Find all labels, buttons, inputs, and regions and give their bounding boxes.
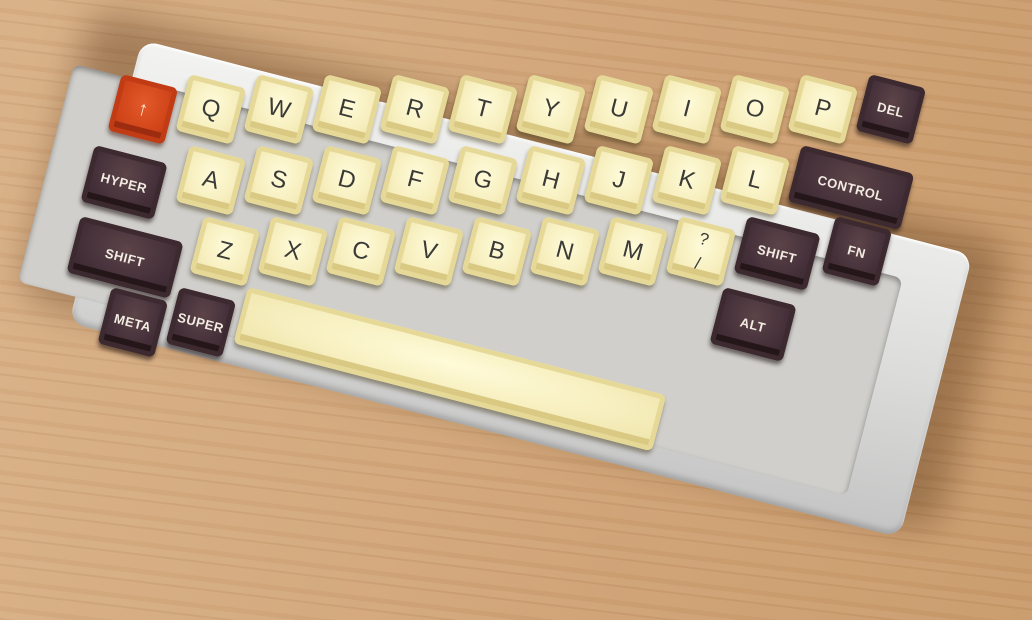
key-n-legend: N bbox=[552, 235, 577, 267]
key-z-legend: Z bbox=[214, 235, 236, 266]
del-key[interactable]: DEL bbox=[855, 74, 927, 145]
key-v-legend: V bbox=[417, 235, 440, 266]
key-p-legend: P bbox=[811, 93, 835, 124]
key-b-legend: B bbox=[485, 235, 508, 266]
slash-legend: / bbox=[692, 253, 702, 274]
fn-key-legend: FN bbox=[846, 241, 868, 261]
key-x-legend: X bbox=[281, 235, 304, 266]
key-g-legend: G bbox=[470, 164, 496, 196]
wooden-desk: ↑ Q W E R T Y U I O P DEL HYPER A S D F G H J K L CONTROL SHIFT… bbox=[0, 0, 1032, 620]
right-shift-key-legend: SHIFT bbox=[755, 241, 798, 266]
key-d-legend: D bbox=[335, 164, 359, 196]
key-i-legend: I bbox=[680, 94, 694, 123]
control-key-legend: CONTROL bbox=[816, 171, 886, 204]
key-w-legend: W bbox=[264, 92, 294, 125]
key-e-legend: E bbox=[335, 93, 359, 124]
key-m-legend: M bbox=[619, 235, 646, 267]
key-j-legend: J bbox=[609, 165, 629, 195]
key-h-legend: H bbox=[539, 164, 563, 196]
key-a-legend: A bbox=[199, 164, 223, 195]
key-f-legend: F bbox=[404, 164, 426, 195]
key-u-legend: U bbox=[607, 93, 631, 125]
meta-key-legend: META bbox=[112, 310, 153, 335]
key-k-legend: K bbox=[675, 164, 699, 195]
key-c-legend: C bbox=[348, 235, 373, 267]
key-o-legend: O bbox=[742, 93, 768, 125]
key-u[interactable]: U bbox=[583, 74, 655, 145]
key-l-legend: L bbox=[745, 165, 765, 195]
left-shift-key-legend: SHIFT bbox=[103, 245, 147, 270]
key-t-legend: T bbox=[472, 93, 494, 124]
key-p[interactable]: P bbox=[787, 74, 859, 145]
key-o[interactable]: O bbox=[719, 74, 791, 145]
slash-key-legend: ? / bbox=[691, 228, 711, 274]
alt-key-legend: ALT bbox=[738, 313, 768, 335]
key-y-legend: Y bbox=[539, 93, 563, 124]
del-key-legend: DEL bbox=[875, 98, 907, 121]
hyper-key-legend: HYPER bbox=[99, 169, 149, 196]
key-r-legend: R bbox=[403, 93, 427, 125]
super-key-legend: SUPER bbox=[175, 309, 226, 336]
question-mark-legend: ? bbox=[696, 228, 711, 250]
key-s-legend: S bbox=[267, 164, 291, 195]
key-i[interactable]: I bbox=[651, 74, 723, 145]
key-q-legend: Q bbox=[198, 93, 224, 125]
escape-key-legend: ↑ bbox=[135, 97, 151, 122]
